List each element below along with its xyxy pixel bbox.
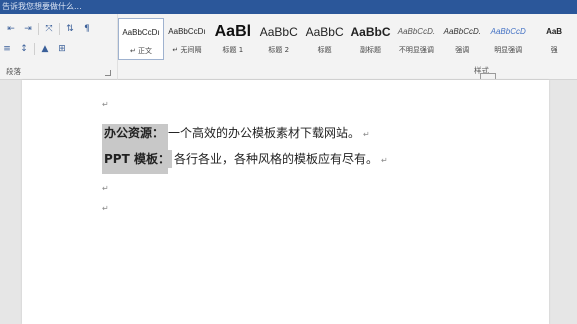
style-preview: AaBbCcD. <box>443 27 481 36</box>
paragraph-row-2: ≡ ↕ ▲ ⊞ <box>0 42 69 56</box>
paragraph-mark: ↵ <box>380 156 388 165</box>
line-label: 办公资源： <box>102 124 167 142</box>
style-name: 强 <box>550 46 558 54</box>
style-item[interactable]: AaBl 标题 1 <box>210 18 256 60</box>
style-name: ↵ 无间隔 <box>172 46 202 54</box>
style-item[interactable]: AaBbCcDı ↵ 正文 <box>118 18 165 60</box>
sort-icon[interactable]: ⇅ <box>63 23 77 35</box>
style-preview: AaBbC <box>305 25 344 39</box>
justify-icon[interactable]: ≡ <box>0 43 14 55</box>
style-preview: AaBbC <box>350 25 391 39</box>
style-preview: AaBl <box>214 23 252 40</box>
style-item[interactable]: AaBbCcD. 强调 <box>439 18 485 60</box>
style-item[interactable]: AaBbCcD. 不明显强调 <box>393 18 439 60</box>
document-workspace: ↵ 办公资源： 一个高效的办公模板素材下载网站。 ↵ PPT 模板： 各行各业，各种风… <box>0 80 577 324</box>
line-spacing-icon[interactable]: ↕ <box>17 43 31 55</box>
style-preview: AaB <box>546 27 563 36</box>
tell-me-search[interactable]: 告诉我您想要做什么... <box>2 2 82 11</box>
style-name: 副标题 <box>360 46 382 54</box>
divider <box>38 23 39 35</box>
style-name: 标题 2 <box>268 46 290 54</box>
title-bar: 告诉我您想要做什么... <box>0 0 577 14</box>
style-name: 标题 <box>317 46 332 54</box>
style-item[interactable]: AaB 强 <box>531 18 577 60</box>
style-item[interactable]: AaBbCcDı ↵ 无间隔 <box>164 18 210 60</box>
paragraph-mark: ↵ <box>102 204 109 213</box>
document-page[interactable]: ↵ 办公资源： 一个高效的办公模板素材下载网站。 ↵ PPT 模板： 各行各业，各种风… <box>22 80 549 324</box>
style-name: 标题 1 <box>222 46 244 54</box>
paragraph-row-1: ⇤ ⇥ ⤧ ⇅ ¶ <box>4 22 94 36</box>
style-name: 明显强调 <box>494 46 523 54</box>
paragraph-mark: ↵ <box>102 100 109 109</box>
style-preview: AaBbCcDı <box>122 28 160 37</box>
line-text: 一个高效的办公模板素材下载网站。 <box>168 126 361 140</box>
divider <box>59 23 60 35</box>
style-preview: AaBbC <box>259 25 298 39</box>
line-text: 各行各业，各种风格的模板应有尽有。 <box>173 152 378 166</box>
shading-icon[interactable]: ▲ <box>38 43 52 55</box>
paragraph-mark: ↵ <box>363 130 370 139</box>
increase-indent-icon[interactable]: ⇥ <box>21 23 35 35</box>
paragraph-mark: ↵ <box>102 184 109 193</box>
borders-icon[interactable]: ⊞ <box>55 43 69 55</box>
document-line-2[interactable]: PPT 模板： 各行各业，各种风格的模板应有尽有。 ↵ <box>102 150 388 168</box>
paragraph-group-label: 段落 <box>6 67 21 76</box>
style-preview: AaBbCcD. <box>397 27 436 36</box>
style-name: 强调 <box>455 46 470 54</box>
show-marks-icon[interactable]: ¶ <box>80 23 94 35</box>
decrease-indent-icon[interactable]: ⇤ <box>4 23 18 35</box>
style-name: ↵ 正文 <box>129 47 153 55</box>
paragraph-group: ⇤ ⇥ ⤧ ⇅ ¶ ≡ ↕ ▲ ⊞ 段落 <box>0 14 118 80</box>
style-preview: AaBbCcD <box>490 27 526 36</box>
line-label: PPT 模板： <box>102 150 172 168</box>
style-name: 不明显强调 <box>398 46 434 54</box>
style-item[interactable]: AaBbC 标题 2 <box>256 18 302 60</box>
paragraph-dialog-launcher-icon[interactable] <box>105 70 111 76</box>
ribbon: ⇤ ⇥ ⤧ ⇅ ¶ ≡ ↕ ▲ ⊞ 段落 AaBbCcDı ↵ 正文 AaBbCcD… <box>0 14 577 80</box>
styles-gallery: AaBbCcDı ↵ 正文 AaBbCcDı ↵ 无间隔 AaBl 标题 1 AaBbC 标题… <box>118 18 577 60</box>
divider <box>34 43 35 55</box>
style-preview: AaBbCcDı <box>168 27 206 36</box>
style-item[interactable]: AaBbCcD 明显强调 <box>485 18 531 60</box>
styles-gallery-more-icon[interactable] <box>480 73 496 79</box>
style-item[interactable]: AaBbC 副标题 <box>348 18 394 60</box>
style-item[interactable]: AaBbC 标题 <box>302 18 348 60</box>
document-line-1[interactable]: 办公资源： 一个高效的办公模板素材下载网站。 ↵ <box>102 124 370 142</box>
chinese-layout-icon[interactable]: ⤧ <box>42 23 56 35</box>
